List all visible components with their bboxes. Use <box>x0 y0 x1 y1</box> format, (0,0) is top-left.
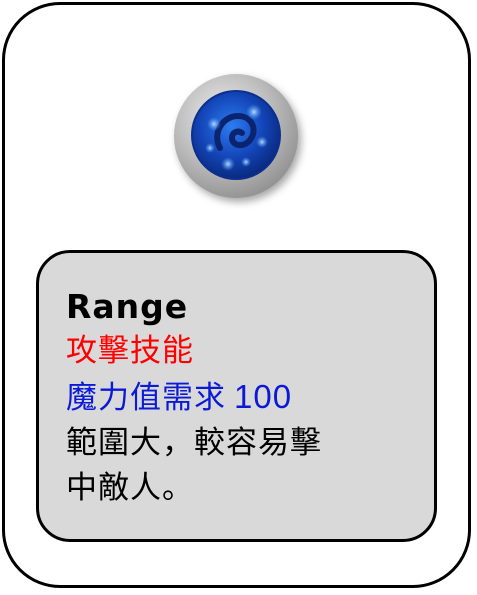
skill-info-text: Range 攻擊技能 魔力值需求 100 範圍大，較容易擊 中敵人。 <box>66 284 406 511</box>
mana-label: 魔力值需求 <box>66 380 226 416</box>
skill-description-line1: 範圍大，較容易擊 <box>66 425 322 461</box>
mana-requirement: 魔力值需求 100 <box>66 374 406 421</box>
magic-orb-icon <box>172 72 304 204</box>
mana-value: 100 <box>234 378 293 415</box>
skill-description-line2: 中敵人。 <box>66 470 194 506</box>
skill-name: Range <box>66 287 189 326</box>
skill-type: 攻擊技能 <box>66 333 194 369</box>
